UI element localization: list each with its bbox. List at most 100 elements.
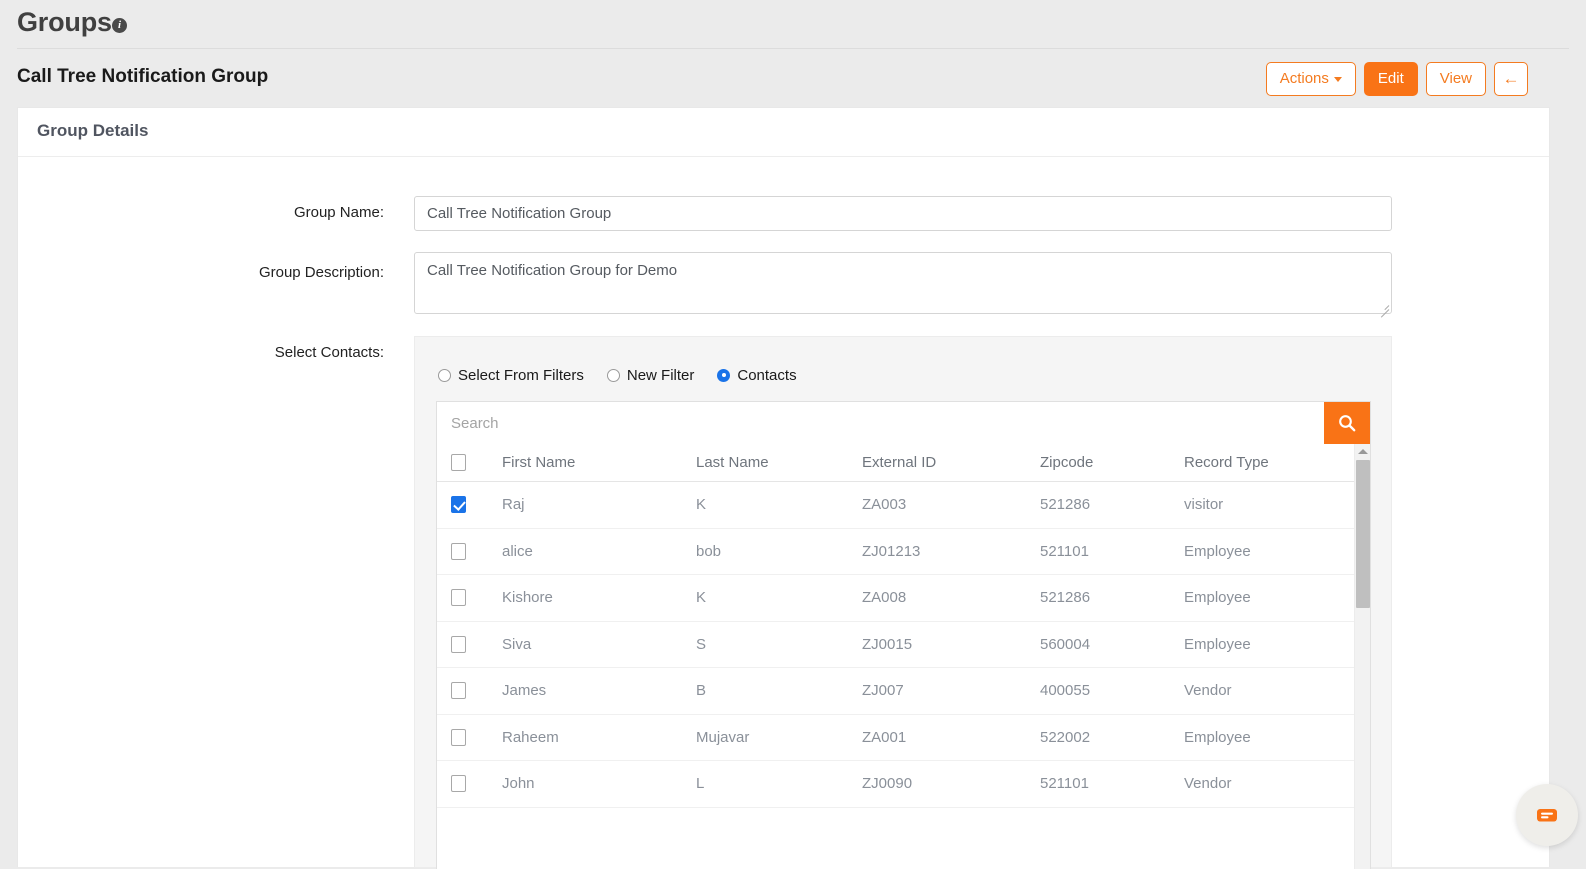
cell-first-name: Raheem xyxy=(502,715,692,761)
cell-last-name: K xyxy=(696,575,856,621)
cell-record-type: Employee xyxy=(1184,575,1344,621)
row-checkbox[interactable] xyxy=(451,775,466,792)
cell-zipcode: 521101 xyxy=(1040,529,1180,575)
row-select-cell xyxy=(451,529,491,575)
row-select-cell xyxy=(451,668,491,714)
row-checkbox[interactable] xyxy=(451,682,466,699)
cell-zipcode: 560004 xyxy=(1040,622,1180,668)
page-title: Groups xyxy=(17,7,112,38)
cell-zipcode: 521286 xyxy=(1040,575,1180,621)
cell-external-id: ZJ0015 xyxy=(862,622,1032,668)
row-select-cell xyxy=(451,761,491,807)
radio-select-from-filters[interactable]: Select From Filters xyxy=(438,367,584,384)
row-checkbox[interactable] xyxy=(451,543,466,560)
row-select-cell xyxy=(451,715,491,761)
table-vertical-scrollbar[interactable] xyxy=(1354,444,1370,869)
record-header-bar: Call Tree Notification Group Actions Edi… xyxy=(0,49,1586,107)
cell-first-name: John xyxy=(502,761,692,807)
cell-last-name: K xyxy=(696,482,856,528)
row-select-cell xyxy=(451,575,491,621)
cell-last-name: S xyxy=(696,622,856,668)
table-row[interactable]: alice bob ZJ01213 521101 Employee xyxy=(437,529,1370,576)
column-header-external-id[interactable]: External ID xyxy=(862,444,1032,481)
table-header-row: First Name Last Name External ID Zipcode… xyxy=(437,444,1370,482)
cell-last-name: B xyxy=(696,668,856,714)
section-title: Group Details xyxy=(37,121,148,141)
search-icon xyxy=(1337,413,1357,433)
view-button[interactable]: View xyxy=(1426,62,1486,96)
select-contacts-panel: Select From Filters New Filter Contacts xyxy=(414,336,1392,868)
column-header-zipcode[interactable]: Zipcode xyxy=(1040,444,1180,481)
group-name-input[interactable] xyxy=(414,196,1392,231)
cell-record-type: visitor xyxy=(1184,482,1344,528)
cell-last-name: bob xyxy=(696,529,856,575)
scroll-up-arrow-icon[interactable] xyxy=(1355,444,1371,458)
select-all-cell xyxy=(451,444,491,481)
contacts-table: First Name Last Name External ID Zipcode… xyxy=(437,444,1370,869)
column-header-last-name[interactable]: Last Name xyxy=(696,444,856,481)
page-header: Groups i xyxy=(0,0,1586,49)
actions-dropdown-button[interactable]: Actions xyxy=(1266,62,1356,96)
row-checkbox[interactable] xyxy=(451,729,466,746)
radio-contacts[interactable]: Contacts xyxy=(717,367,796,384)
actions-button-label: Actions xyxy=(1280,70,1329,87)
cell-external-id: ZJ0090 xyxy=(862,761,1032,807)
column-header-record-type[interactable]: Record Type xyxy=(1184,444,1344,481)
table-row[interactable]: Siva S ZJ0015 560004 Employee xyxy=(437,622,1370,669)
row-select-cell xyxy=(451,622,491,668)
cell-zipcode: 521286 xyxy=(1040,482,1180,528)
table-row[interactable]: Raheem Mujavar ZA001 522002 Employee xyxy=(437,715,1370,762)
scrollbar-thumb[interactable] xyxy=(1356,460,1370,608)
edit-button[interactable]: Edit xyxy=(1364,62,1418,96)
search-button[interactable] xyxy=(1324,402,1370,444)
cell-zipcode: 522002 xyxy=(1040,715,1180,761)
info-icon[interactable]: i xyxy=(112,18,127,33)
cell-zipcode: 400055 xyxy=(1040,668,1180,714)
radio-label: Contacts xyxy=(737,367,796,384)
radio-new-filter[interactable]: New Filter xyxy=(607,367,695,384)
chat-widget-button[interactable] xyxy=(1516,784,1578,846)
contacts-source-radio-group: Select From Filters New Filter Contacts xyxy=(415,363,797,387)
row-checkbox[interactable] xyxy=(451,636,466,653)
cell-record-type: Employee xyxy=(1184,715,1344,761)
record-action-buttons: Actions Edit View ← xyxy=(1266,62,1528,96)
cell-last-name: Mujavar xyxy=(696,715,856,761)
cell-last-name: L xyxy=(696,761,856,807)
select-contacts-label: Select Contacts: xyxy=(18,344,384,361)
group-description-textarea[interactable] xyxy=(414,252,1392,314)
table-row[interactable]: James B ZJ007 400055 Vendor xyxy=(437,668,1370,715)
arrow-left-icon: ← xyxy=(1503,69,1520,88)
cell-external-id: ZJ007 xyxy=(862,668,1032,714)
row-checkbox[interactable] xyxy=(451,589,466,606)
cell-external-id: ZA001 xyxy=(862,715,1032,761)
table-row[interactable]: John L ZJ0090 521101 Vendor xyxy=(437,761,1370,808)
radio-label: Select From Filters xyxy=(458,367,584,384)
cell-record-type: Employee xyxy=(1184,529,1344,575)
radio-icon xyxy=(607,369,620,382)
group-description-label: Group Description: xyxy=(18,264,384,281)
group-details-card: Group Details Group Name: Group Descript… xyxy=(17,107,1550,867)
column-header-first-name[interactable]: First Name xyxy=(502,444,692,481)
cell-record-type: Employee xyxy=(1184,622,1344,668)
back-button[interactable]: ← xyxy=(1494,62,1528,96)
radio-label: New Filter xyxy=(627,367,695,384)
cell-first-name: alice xyxy=(502,529,692,575)
contacts-search-row xyxy=(437,402,1370,444)
row-checkbox[interactable] xyxy=(451,496,466,513)
cell-first-name: Kishore xyxy=(502,575,692,621)
radio-icon-selected xyxy=(717,369,730,382)
cell-external-id: ZA003 xyxy=(862,482,1032,528)
contacts-table-box: First Name Last Name External ID Zipcode… xyxy=(436,401,1371,869)
cell-external-id: ZA008 xyxy=(862,575,1032,621)
radio-icon xyxy=(438,369,451,382)
group-name-label: Group Name: xyxy=(18,204,384,221)
cell-external-id: ZJ01213 xyxy=(862,529,1032,575)
row-select-cell xyxy=(451,482,491,528)
table-row[interactable]: Kishore K ZA008 521286 Employee xyxy=(437,575,1370,622)
cell-zipcode: 521101 xyxy=(1040,761,1180,807)
search-input[interactable] xyxy=(438,403,1326,443)
table-row[interactable]: Raj K ZA003 521286 visitor xyxy=(437,482,1370,529)
chevron-down-icon xyxy=(1334,77,1342,82)
select-all-checkbox[interactable] xyxy=(451,454,466,471)
cell-first-name: Raj xyxy=(502,482,692,528)
